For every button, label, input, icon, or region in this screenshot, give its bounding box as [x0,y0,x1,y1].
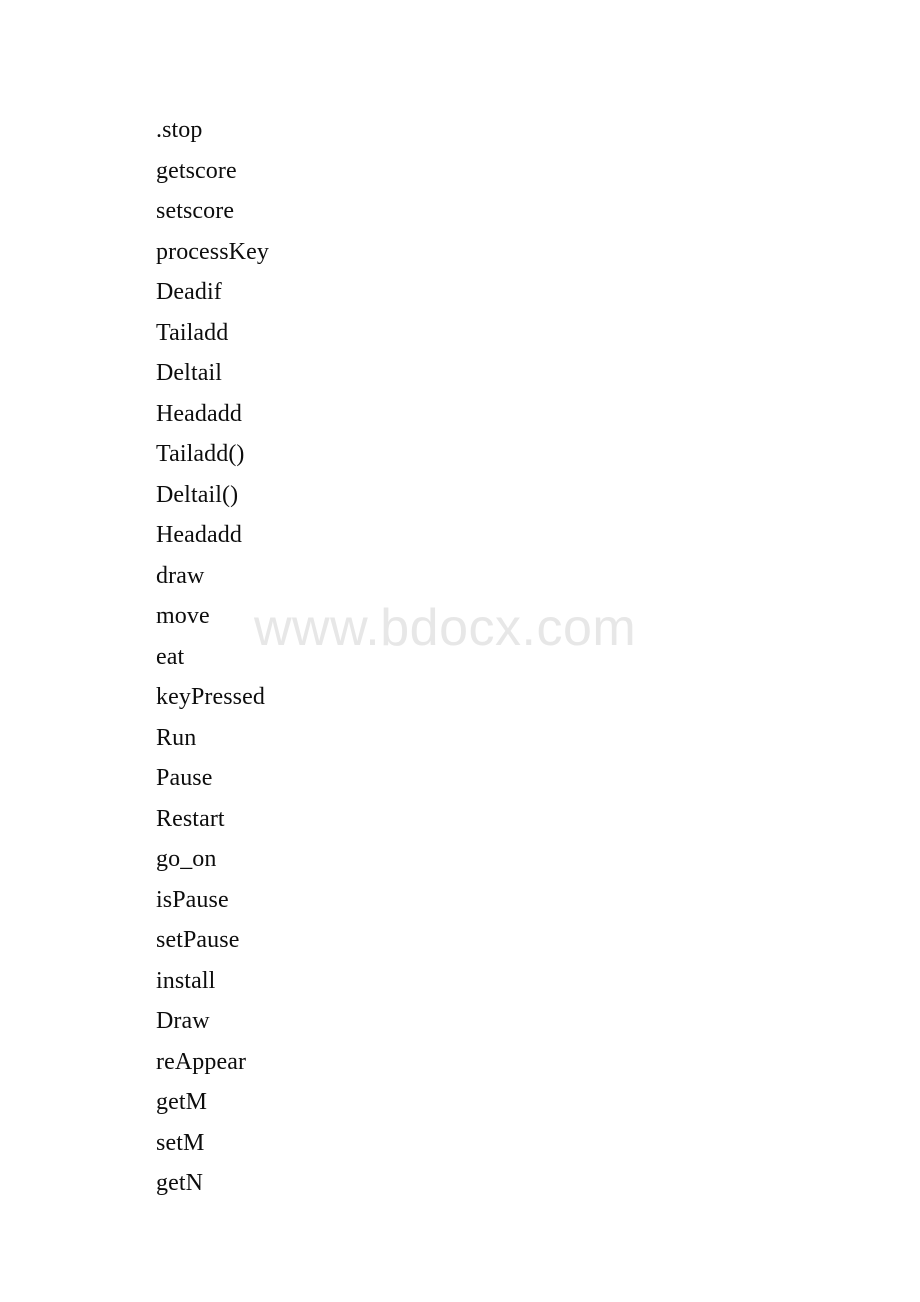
list-item: install [156,967,216,994]
list-item: draw [156,562,205,589]
list-item: Restart [156,805,225,832]
list-item: go_on [156,846,217,872]
list-item: setM [156,1129,205,1156]
list-item: Headadd [156,522,242,548]
list-item: Deltail() [156,481,239,508]
list-item: Tailadd() [156,441,245,467]
list-item: keyPressed [156,684,265,710]
list-item: .stop [156,117,203,143]
list-item: processKey [156,238,269,265]
list-item: Deltail [156,360,223,386]
list-item: move [156,603,210,629]
list-item: Run [156,724,197,751]
list-item: Pause [156,765,213,791]
document-page: www.bdocx.com .stop getscore setscore proce… [0,0,920,1302]
list-item: getN [156,1170,204,1196]
watermark-text: www.bdocx.com [254,599,637,657]
list-item: Deadif [156,279,222,305]
list-item: reAppear [156,1048,247,1075]
list-item: Headadd [156,400,242,427]
list-item: setscore [156,198,235,224]
list-item: getM [156,1089,208,1115]
list-item: getscore [156,157,237,184]
list-item: isPause [156,886,229,913]
list-item: Tailadd [156,319,229,346]
list-item: eat [156,643,185,670]
list-item: setPause [156,927,240,953]
list-item: Draw [156,1008,210,1034]
method-name-list: .stop getscore setscore processKey Deadif Tai… [156,110,269,1204]
